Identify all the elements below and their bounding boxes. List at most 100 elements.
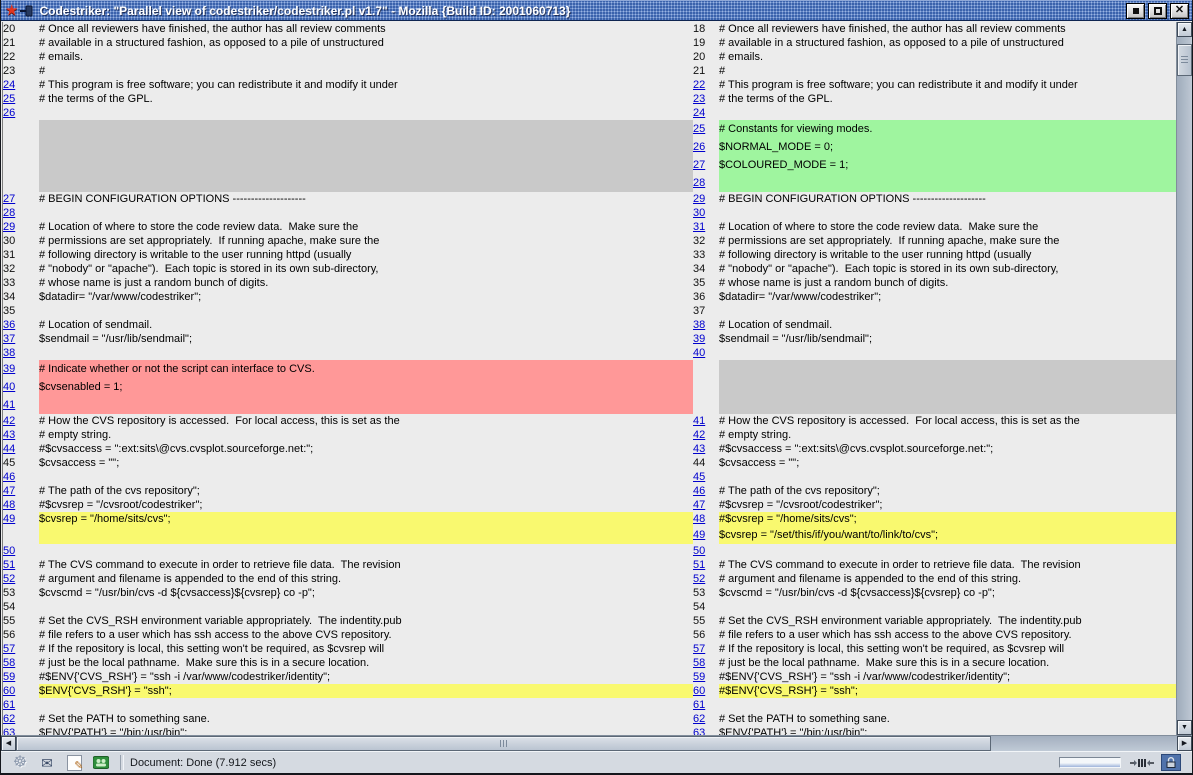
line-number-link[interactable]: 28 [3, 207, 15, 219]
scroll-left-button[interactable]: ◀ [1, 736, 16, 751]
line-number-link[interactable]: 60 [3, 685, 15, 697]
line-number-link[interactable]: 42 [3, 415, 15, 427]
code-text: #$cvsrep = "/cvsroot/codestriker"; [719, 499, 882, 511]
line-number-link[interactable]: 52 [3, 573, 15, 585]
line-number-link[interactable]: 50 [3, 545, 15, 557]
mail-icon[interactable]: ✉ [38, 755, 56, 771]
security-lock-icon[interactable] [1161, 754, 1181, 771]
line-number-link[interactable]: 52 [693, 573, 705, 585]
line-number-link[interactable]: 51 [693, 559, 705, 571]
line-number-link[interactable]: 43 [693, 443, 705, 455]
left-line-number-cell: 34 [3, 290, 39, 304]
line-number-link[interactable]: 47 [693, 499, 705, 511]
line-number-link[interactable]: 24 [3, 79, 15, 91]
line-number-link[interactable]: 40 [693, 347, 705, 359]
line-number-link[interactable]: 42 [693, 429, 705, 441]
line-number-link[interactable]: 61 [3, 699, 15, 711]
line-number-link[interactable]: 31 [693, 221, 705, 233]
line-number-link[interactable]: 37 [3, 333, 15, 345]
line-number-link[interactable]: 63 [3, 727, 15, 736]
right-code-cell [719, 600, 1176, 614]
line-number-link[interactable]: 44 [3, 443, 15, 455]
diff-row: 60$ENV{'CVS_RSH'} = "ssh";60#$ENV{'CVS_R… [3, 684, 1176, 698]
line-number-link[interactable]: 57 [3, 643, 15, 655]
line-number-link[interactable]: 26 [3, 107, 15, 119]
line-number-link[interactable]: 25 [693, 123, 705, 135]
line-number-link[interactable]: 49 [693, 529, 705, 541]
line-number-link[interactable]: 22 [693, 79, 705, 91]
line-number-link[interactable]: 61 [693, 699, 705, 711]
line-number-link[interactable]: 51 [3, 559, 15, 571]
left-code-cell: #$ENV{'CVS_RSH'} = "ssh -i /var/www/code… [39, 670, 693, 684]
diff-row: 31# following directory is writable to t… [3, 248, 1176, 262]
maximize-button[interactable] [1148, 3, 1167, 19]
line-number-link[interactable]: 48 [3, 499, 15, 511]
scroll-up-button[interactable]: ▲ [1177, 22, 1192, 37]
vertical-scroll-thumb[interactable] [1177, 44, 1192, 76]
line-number-link[interactable]: 47 [3, 485, 15, 497]
line-number-link[interactable]: 36 [3, 319, 15, 331]
close-button[interactable]: ✕ [1170, 3, 1189, 19]
diff-row: 53$cvscmd = "/usr/bin/cvs -d ${cvsaccess… [3, 586, 1176, 600]
line-number-link[interactable]: 27 [3, 193, 15, 205]
line-number-link[interactable]: 41 [3, 399, 15, 411]
line-number-link[interactable]: 23 [693, 93, 705, 105]
left-line-number-cell: 39 [3, 360, 39, 378]
line-number-link[interactable]: 43 [3, 429, 15, 441]
line-number-link[interactable]: 62 [693, 713, 705, 725]
title-bar[interactable]: ★ Codestriker: "Parallel view of codestr… [1, 0, 1192, 21]
line-number-link[interactable]: 60 [693, 685, 705, 697]
line-number-link[interactable]: 29 [693, 193, 705, 205]
left-code-cell-red [39, 396, 693, 414]
line-number-link[interactable]: 38 [693, 319, 705, 331]
line-number-link[interactable]: 59 [693, 671, 705, 683]
line-number-link[interactable]: 58 [693, 657, 705, 669]
line-number-link[interactable]: 45 [693, 471, 705, 483]
line-number-link[interactable]: 28 [693, 177, 705, 189]
line-number-link[interactable]: 27 [693, 159, 705, 171]
line-number-link[interactable]: 49 [3, 513, 15, 525]
line-number-link[interactable]: 59 [3, 671, 15, 683]
line-number-link[interactable]: 38 [3, 347, 15, 359]
line-number-link[interactable]: 63 [693, 727, 705, 736]
line-number-link[interactable]: 46 [3, 471, 15, 483]
online-plug-icon[interactable] [1129, 757, 1155, 769]
addressbook-icon[interactable] [92, 755, 110, 771]
line-number-link[interactable]: 57 [693, 643, 705, 655]
code-text: $ENV{'CVS_RSH'} = "ssh"; [39, 685, 172, 697]
vertical-scrollbar[interactable]: ▲ ▼ [1176, 22, 1192, 735]
scroll-down-button[interactable]: ▼ [1177, 720, 1192, 735]
horizontal-scroll-thumb[interactable] [16, 736, 991, 751]
line-number-link[interactable]: 29 [3, 221, 15, 233]
browser-window: ★ Codestriker: "Parallel view of codestr… [1, 0, 1192, 773]
line-number-link[interactable]: 30 [693, 207, 705, 219]
navigator-icon[interactable]: ☸ [11, 755, 29, 771]
horizontal-scrollbar[interactable]: ◀ ▶ [1, 735, 1192, 751]
right-code-cell-gray [719, 396, 1176, 414]
line-number-link[interactable]: 41 [693, 415, 705, 427]
line-number-link[interactable]: 25 [3, 93, 15, 105]
line-number-link[interactable]: 48 [693, 513, 705, 525]
left-line-number-cell: 35 [3, 304, 39, 318]
line-number-link[interactable]: 46 [693, 485, 705, 497]
line-number-link[interactable]: 58 [3, 657, 15, 669]
pushpin-icon[interactable] [20, 5, 34, 17]
line-number-link[interactable]: 40 [3, 381, 15, 393]
diff-row: 61 61 [3, 698, 1176, 712]
left-line-number-cell: 50 [3, 544, 39, 558]
line-number-link[interactable]: 26 [693, 141, 705, 153]
right-line-number-cell: 34 [693, 262, 719, 276]
line-number-link[interactable]: 39 [3, 363, 15, 375]
composer-icon[interactable]: ✎ [65, 755, 83, 771]
scroll-right-button[interactable]: ▶ [1177, 736, 1192, 751]
line-number-link[interactable]: 39 [693, 333, 705, 345]
code-text: #$cvsrep = "/cvsroot/codestriker"; [39, 499, 202, 511]
diff-row: 47# The path of the cvs repository";46# … [3, 484, 1176, 498]
diff-row: 59#$ENV{'CVS_RSH'} = "ssh -i /var/www/co… [3, 670, 1176, 684]
right-line-number-cell: 36 [693, 290, 719, 304]
minimize-button[interactable] [1126, 3, 1145, 19]
line-number-link[interactable]: 50 [693, 545, 705, 557]
line-number-link[interactable]: 62 [3, 713, 15, 725]
line-number-link[interactable]: 24 [693, 107, 705, 119]
right-code-cell-green: $COLOURED_MODE = 1; [719, 156, 1176, 174]
